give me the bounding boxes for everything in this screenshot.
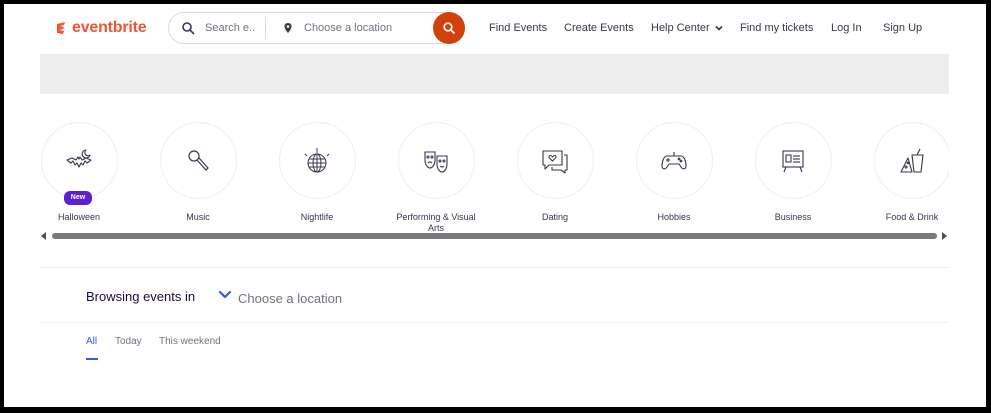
nav-help-center[interactable]: Help Center [651,22,724,34]
chevron-down-icon[interactable] [218,288,232,302]
category-icon-circle [397,122,475,199]
category-label: Performing & Visual Arts [396,212,476,233]
category-label: Dating [541,212,568,222]
divider [40,322,949,323]
search-input[interactable]: Search e... [205,22,255,34]
theater-masks-icon [424,150,448,173]
nav-log-in[interactable]: Log In [831,22,862,34]
search-icon [443,22,455,34]
category-label: Business [774,212,812,222]
category-business[interactable]: Business [753,122,833,223]
category-label: Halloween [57,212,101,222]
category-icon-circle [278,122,356,199]
scroll-right-arrow[interactable] [942,232,947,240]
new-badge: New [64,191,92,205]
top-header: eventbrite Search e... Choose a location [4,4,986,54]
nav-create-events-label: Create Events [564,22,634,34]
category-label: Music [186,212,210,222]
category-music[interactable]: Music [158,122,238,223]
location-dropdown[interactable]: Choose a location [238,291,342,306]
category-icon-circle [516,122,594,199]
category-label: Hobbies [657,212,691,222]
category-icon-circle [754,122,832,199]
nav-find-my-tickets-label: Find my tickets [740,22,814,34]
category-icon-circle [40,122,118,199]
search-button[interactable] [433,12,465,44]
category-performing-visual-arts[interactable]: Performing & Visual Arts [396,122,476,234]
nav-find-events[interactable]: Find Events [489,22,547,34]
category-label: Food & Drink [885,212,939,222]
bat-moon-icon [66,148,92,168]
food-drink-icon [900,148,924,173]
nav-help-center-label: Help Center [651,22,710,34]
browsing-events-label: Browsing events in [86,289,196,304]
category-nightlife[interactable]: Nightlife [277,122,357,223]
page: eventbrite Search e... Choose a location [4,4,986,407]
tab-today[interactable]: Today [115,336,142,347]
search-bar: Search e... Choose a location [168,12,465,44]
category-dating[interactable]: Dating [515,122,595,223]
divider [40,267,949,268]
chat-heart-icon [542,149,568,174]
gamepad-icon [661,151,687,169]
horizontal-scrollbar[interactable] [52,233,937,239]
category-hobbies[interactable]: Hobbies [634,122,714,223]
search-icon [182,22,195,35]
nav-find-my-tickets[interactable]: Find my tickets [740,22,813,34]
tab-all[interactable]: All [86,336,97,347]
nav-sign-up[interactable]: Sign Up [883,22,922,34]
category-label: Nightlife [300,212,334,222]
eventbrite-logo[interactable]: eventbrite [55,19,147,37]
nav-find-events-label: Find Events [489,22,548,34]
category-halloween[interactable]: New Halloween [40,122,119,223]
eventbrite-logo-icon [57,22,65,34]
tab-this-weekend[interactable]: This weekend [159,336,221,347]
category-food-drink[interactable]: Food & Drink [872,122,949,223]
presentation-board-icon [782,149,804,172]
location-input[interactable]: Choose a location [304,22,392,34]
category-icon-circle [635,122,713,199]
nav-create-events[interactable]: Create Events [564,22,634,34]
promo-banner [40,54,949,94]
microphone-icon [188,149,209,171]
category-carousel: New Halloween Music Nightlife Performing… [40,122,949,234]
category-icon-circle [873,122,949,199]
disco-ball-icon [304,147,330,172]
search-divider [265,17,266,39]
chevron-down-icon [715,25,723,31]
category-icon-circle [159,122,237,199]
nav-sign-up-label: Sign Up [883,22,923,34]
active-tab-indicator [86,358,98,360]
location-pin-icon [284,23,292,33]
nav-log-in-label: Log In [831,22,862,34]
brand-name: eventbrite [72,19,147,36]
scroll-left-arrow[interactable] [41,232,46,240]
